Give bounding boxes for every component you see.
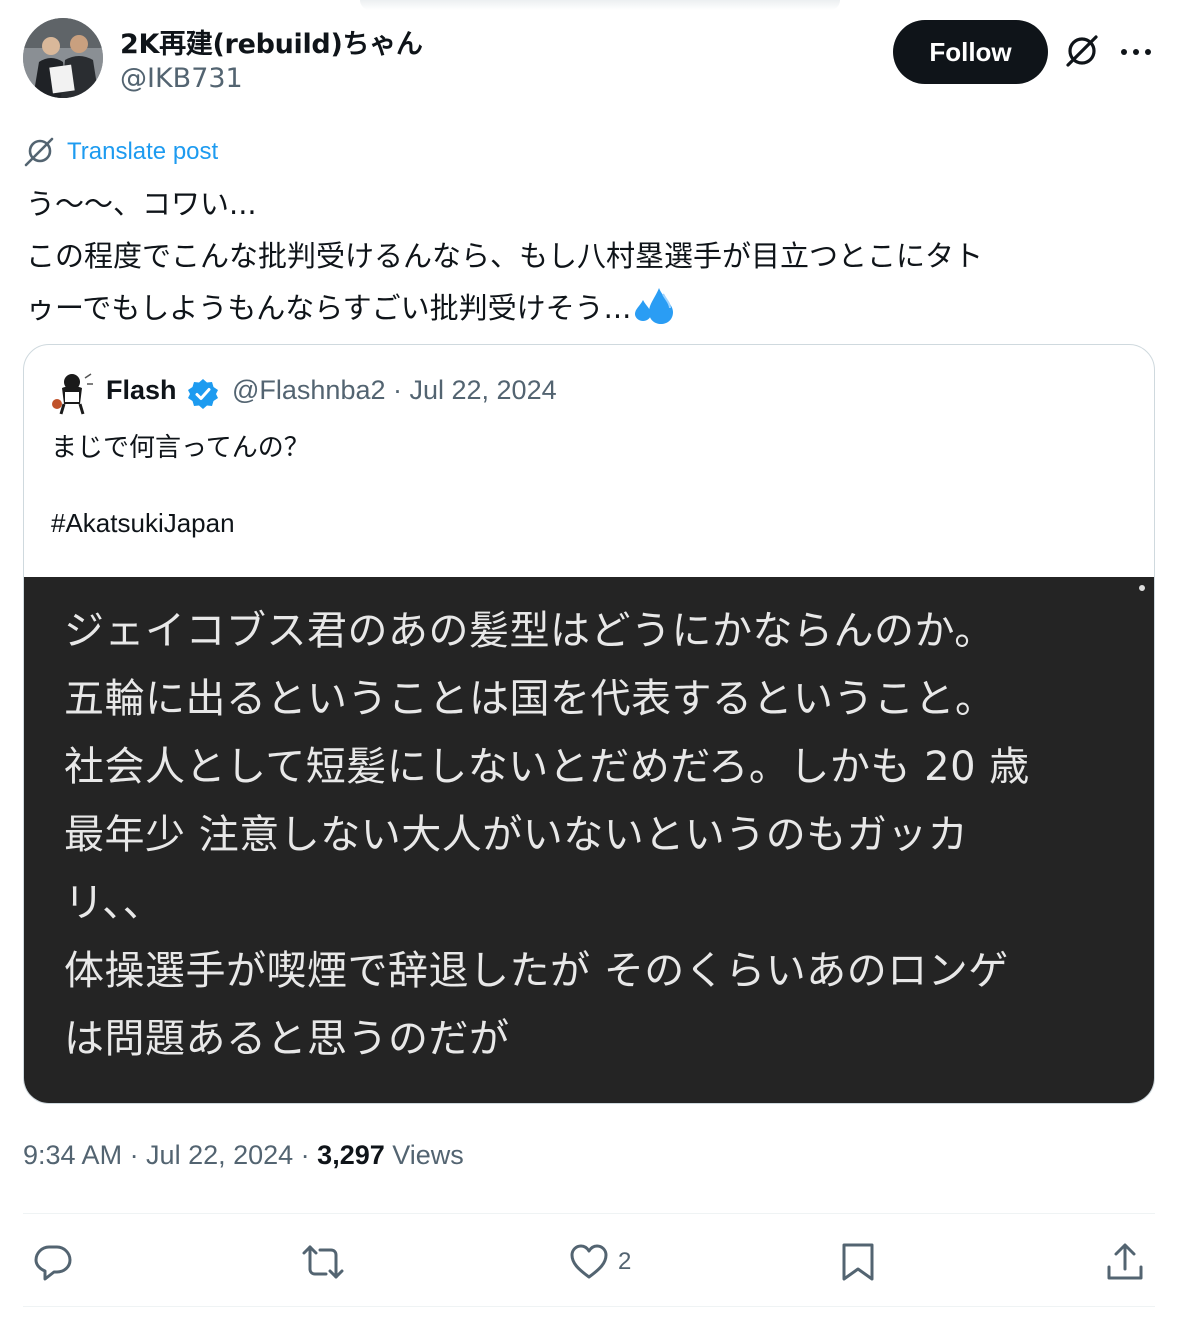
author-handle[interactable]: @IKB731 [120,63,243,94]
top-shadow [360,0,840,10]
image-text-line: は問題あると思うのだが [64,1016,510,1062]
repost-button[interactable] [300,1240,354,1284]
share-icon [1107,1243,1143,1280]
follow-button[interactable]: Follow [893,20,1048,84]
translate-label[interactable]: Translate post [67,138,218,166]
image-artifact [1139,585,1145,591]
quote-author-name[interactable]: Flash [106,375,177,406]
quoted-post[interactable]: Flash @Flashnba2 · Jul 22, 2024 まじで何言ってん… [23,344,1155,1104]
quote-author-avatar[interactable] [49,370,95,416]
reply-icon [34,1245,72,1281]
post-text-line: う〜〜、コワい... [26,187,257,221]
image-text-line: 五輪に出るということは国を代表するということ。 [64,676,996,722]
share-button[interactable] [1104,1240,1146,1284]
heart-icon [570,1244,608,1279]
views-label: Views [384,1140,464,1170]
more-options-icon[interactable] [1118,34,1154,70]
image-text-block: ジェイコブス君のあの髪型はどうにかならんのか。 五輪に出るということは国を代表す… [64,597,1030,1073]
sweat-droplets-icon [633,286,675,342]
repost-icon [302,1245,344,1279]
translate-post-link[interactable]: Translate post [23,135,218,169]
quote-text: まじで何言ってんの？ [51,433,310,463]
author-display-name[interactable]: 2K再建(rebuild)ちゃん [120,22,423,61]
divider [23,1213,1155,1214]
author-avatar[interactable] [23,18,103,98]
image-text-line: 社会人として短髪にしないとだめだろ。しかも 20 歳 [64,744,1030,790]
image-text-line: 最年少 注意しない大人がいないというのもガッカ [64,812,969,858]
divider [23,1306,1155,1307]
translate-icon [24,137,54,167]
bookmark-button[interactable] [838,1240,878,1284]
post-meta: 9:34 AM · Jul 22, 2024 · 3,297 Views [23,1140,464,1171]
post-timestamp[interactable]: 9:34 AM · Jul 22, 2024 · [23,1140,317,1170]
image-text-line: リ、、 [64,880,164,926]
like-count: 2 [618,1248,632,1275]
grok-icon[interactable] [1062,31,1102,71]
verified-badge-icon [187,378,219,410]
like-button[interactable]: 2 [568,1240,631,1284]
post-text: う〜〜、コワい... この程度でこんな批判受けるんなら、もし八村塁選手が目立つと… [26,178,1156,334]
bookmark-icon [842,1243,874,1281]
reply-button[interactable] [32,1240,82,1284]
post-text-line: この程度でこんな批判受けるんなら、もし八村塁選手が目立つとこにタト [26,239,984,273]
quote-meta[interactable]: @Flashnba2 · Jul 22, 2024 [232,375,557,406]
image-text-line: 体操選手が喫煙で辞退したが そのくらいあのロンゲ [64,948,1009,994]
post-text-line: ゥーでもしようもんならすごい批判受けそう... [26,282,1156,334]
post-text-line-content: ゥーでもしようもんならすごい批判受けそう... [26,291,632,325]
image-text-line: ジェイコブス君のあの髪型はどうにかならんのか。 [64,608,995,654]
quote-image[interactable]: ジェイコブス君のあの髪型はどうにかならんのか。 五輪に出るということは国を代表す… [24,577,1154,1103]
views-count: 3,297 [317,1140,385,1170]
quote-hashtag[interactable]: #AkatsukiJapan [51,508,235,539]
